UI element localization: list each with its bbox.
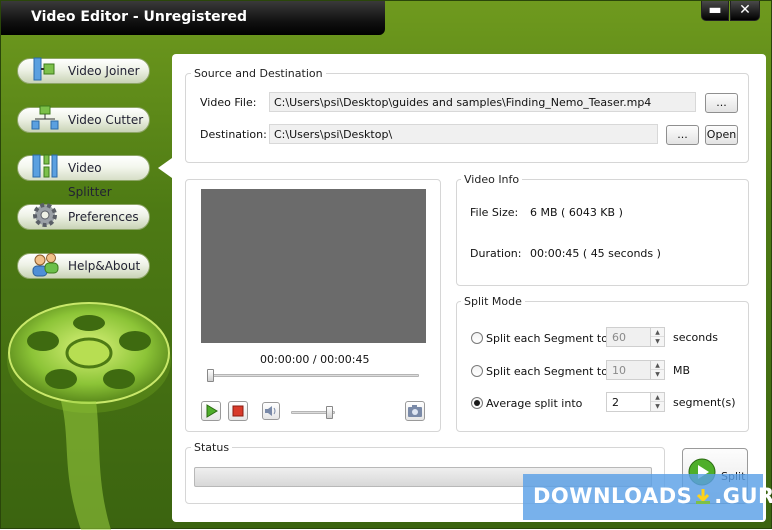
video-info-group — [456, 179, 749, 286]
stop-icon — [232, 405, 244, 417]
main-panel: Source and Destination Video File: C:\Us… — [172, 54, 766, 522]
time-readout: 00:00:00 / 00:00:45 — [260, 353, 370, 366]
source-destination-group — [185, 73, 749, 163]
destination-label: Destination: — [200, 128, 267, 141]
video-info-title: Video Info — [461, 173, 523, 186]
split-by-size-label: Split each Segment to — [486, 365, 608, 378]
close-button[interactable]: ✕ — [730, 1, 760, 21]
duration-value: 00:00:45 ( 45 seconds ) — [530, 247, 661, 260]
size-stepper[interactable]: 10 ▲ ▼ — [606, 360, 665, 380]
film-reel-icon — [7, 302, 171, 530]
splitter-icon — [32, 154, 58, 178]
split-by-seconds-label: Split each Segment to — [486, 332, 608, 345]
watermark-suffix: .GURU — [714, 484, 772, 508]
minimize-icon: ▬ — [708, 2, 722, 18]
destination-field[interactable]: C:\Users\psi\Desktop\ — [269, 124, 658, 144]
average-split-label: Average split into — [486, 397, 583, 410]
split-mode-title: Split Mode — [461, 295, 525, 308]
seek-thumb[interactable] — [207, 369, 214, 382]
watermark-text: DOWNLOADS — [533, 484, 693, 508]
file-size-value: 6 MB ( 6043 KB ) — [530, 206, 623, 219]
source-group-title: Source and Destination — [191, 67, 326, 80]
average-split-radio[interactable] — [471, 397, 483, 409]
active-item-pointer — [158, 158, 172, 178]
sidebar-item-label: Video Cutter — [68, 113, 144, 127]
sidebar-item-label: Video Joiner — [68, 64, 140, 78]
video-preview — [201, 189, 426, 343]
browse-video-button[interactable]: ... — [705, 93, 738, 113]
cutter-icon — [31, 105, 59, 130]
play-icon — [206, 404, 218, 418]
sidebar-item-label: Help&About — [68, 259, 141, 273]
status-title: Status — [191, 441, 233, 454]
split-by-size-radio[interactable] — [471, 365, 483, 377]
window-title: Video Editor - Unregistered — [31, 9, 248, 25]
gear-icon — [33, 203, 57, 227]
size-value: 10 — [612, 364, 626, 377]
volume-button[interactable] — [262, 402, 280, 420]
file-size-label: File Size: — [470, 206, 519, 219]
camera-icon — [408, 405, 422, 417]
downloads-guru-watermark: DOWNLOADS .GURU — [523, 474, 772, 520]
title-bar: Video Editor - Unregistered — [1, 1, 385, 35]
segments-stepper[interactable]: 2 ▲ ▼ — [606, 392, 665, 412]
seconds-stepper[interactable]: 60 ▲ ▼ — [606, 327, 665, 347]
speaker-icon — [265, 406, 276, 416]
sidebar-item-video-cutter[interactable]: Video Cutter — [17, 105, 150, 133]
sidebar-item-help-about[interactable]: Help&About — [17, 253, 150, 279]
sidebar-item-label: Video Splitter — [68, 161, 112, 199]
sidebar-item-video-joiner[interactable]: Video Joiner — [17, 57, 150, 84]
people-icon — [32, 253, 59, 277]
seconds-unit: seconds — [673, 331, 718, 344]
segments-unit: segment(s) — [673, 396, 736, 409]
sidebar-item-label: Preferences — [68, 210, 139, 224]
sidebar-item-preferences[interactable]: Preferences — [17, 203, 150, 230]
app-window: Video Editor - Unregistered ▬ ✕ Video Jo… — [0, 0, 772, 530]
size-spin-buttons[interactable]: ▲ ▼ — [650, 361, 664, 379]
play-button[interactable] — [201, 401, 221, 421]
seek-track[interactable] — [207, 374, 419, 377]
seconds-spin-buttons[interactable]: ▲ ▼ — [650, 328, 664, 346]
close-icon: ✕ — [739, 2, 751, 18]
sidebar-item-video-splitter[interactable]: Video Splitter — [17, 154, 150, 199]
video-file-label: Video File: — [200, 96, 257, 109]
size-unit: MB — [673, 364, 691, 377]
joiner-icon — [33, 57, 55, 81]
video-file-field[interactable]: C:\Users\psi\Desktop\guides and samples\… — [269, 92, 696, 112]
segments-spin-buttons[interactable]: ▲ ▼ — [650, 393, 664, 411]
split-by-seconds-radio[interactable] — [471, 332, 483, 344]
snapshot-button[interactable] — [405, 401, 425, 421]
stop-button[interactable] — [228, 401, 248, 421]
minimize-button[interactable]: ▬ — [701, 1, 729, 21]
browse-destination-button[interactable]: ... — [666, 125, 699, 145]
segments-value: 2 — [612, 396, 619, 409]
seconds-value: 60 — [612, 331, 626, 344]
open-button[interactable]: Open — [705, 125, 738, 145]
download-arrow-icon — [694, 486, 712, 504]
volume-thumb[interactable] — [326, 406, 334, 419]
duration-label: Duration: — [470, 247, 522, 260]
